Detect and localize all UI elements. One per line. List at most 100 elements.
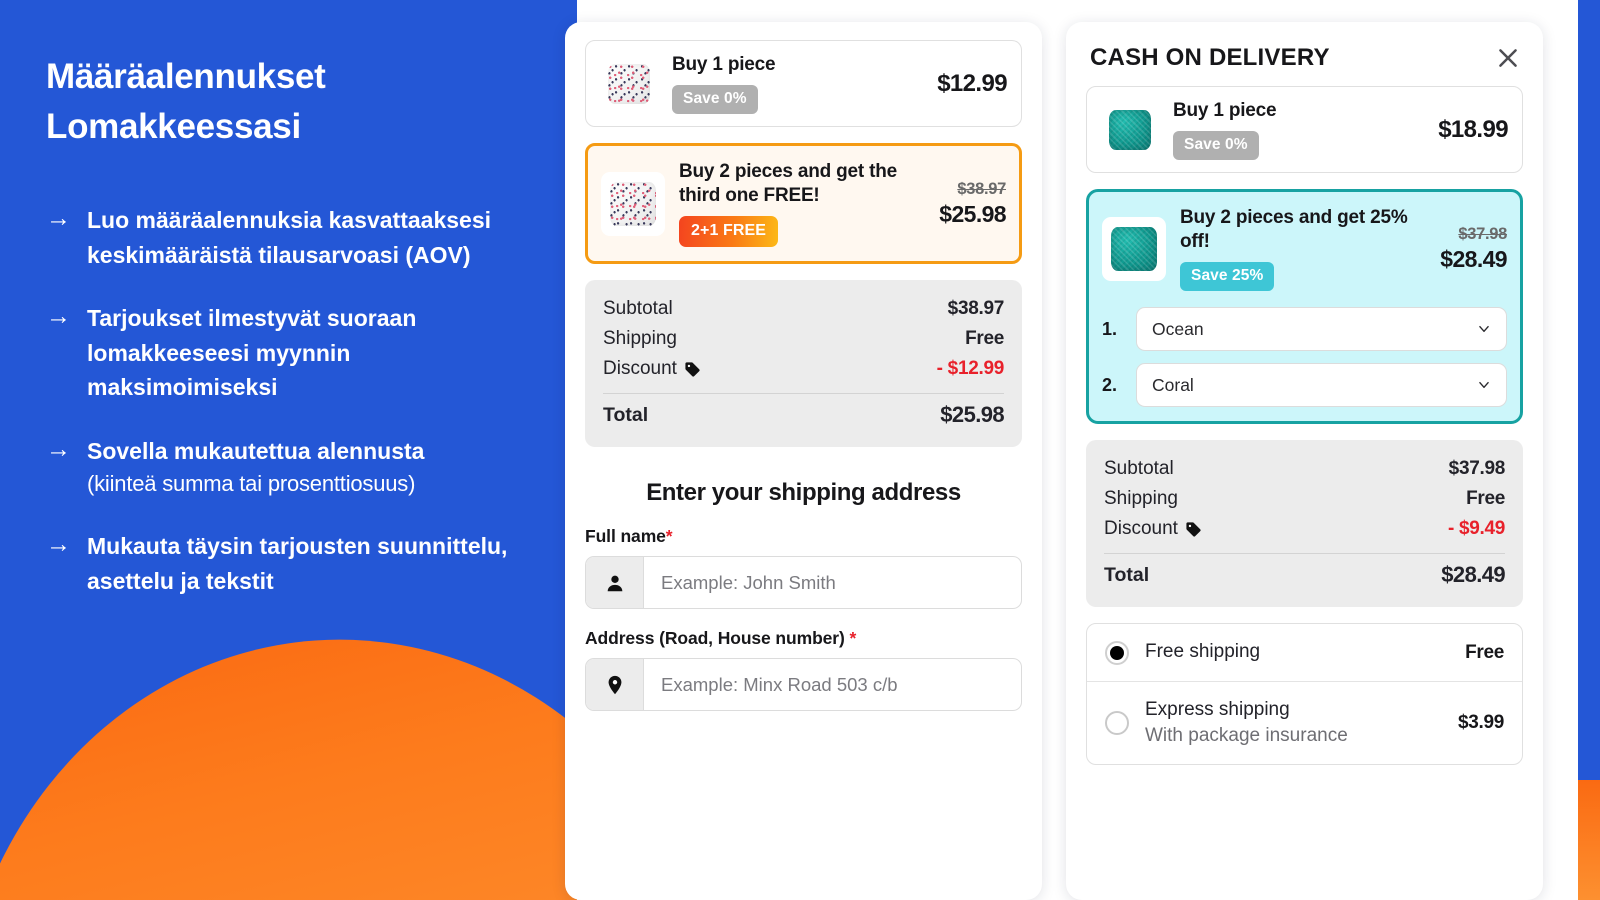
status-badge: 2+1 FREE — [679, 216, 779, 248]
chevron-down-icon — [1477, 322, 1491, 336]
field-address: Address (Road, House number) * Example: … — [585, 628, 1022, 712]
shipping-option-price: $3.99 — [1457, 712, 1504, 734]
radio-free-shipping[interactable] — [1105, 640, 1129, 665]
summary-row-subtotal: Subtotal $38.97 — [603, 294, 1004, 324]
summary-row-discount: Discount - $12.99 — [603, 354, 1004, 384]
variant-index: 1. — [1102, 318, 1118, 339]
radio-express-shipping[interactable] — [1105, 711, 1129, 736]
variant-select-2[interactable]: Coral — [1136, 363, 1507, 408]
status-badge: Save 0% — [672, 85, 758, 115]
cod-title: CASH ON DELIVERY — [1090, 44, 1330, 71]
summary-row-subtotal: Subtotal $37.98 — [1104, 454, 1505, 484]
shipping-form-heading: Enter your shipping address — [646, 479, 961, 507]
summary-value: - $12.99 — [936, 358, 1005, 380]
summary-value: $25.98 — [940, 402, 1004, 428]
offer-title: Buy 1 piece — [672, 54, 776, 75]
divider — [1104, 553, 1505, 555]
variant-row: 2. Coral — [1102, 363, 1507, 408]
offer-price-value: $25.98 — [939, 200, 1006, 227]
pillow-teal-thumbnail — [1102, 216, 1166, 281]
summary-label: Subtotal — [603, 298, 673, 320]
offer-price-original: $38.97 — [957, 179, 1006, 198]
list-item-label: Sovella mukautettua alennusta (kiinteä s… — [87, 434, 424, 500]
offer-price-value: $18.99 — [1438, 115, 1508, 143]
cod-order-summary: Subtotal $37.98 Shipping Free Discount -… — [1086, 440, 1523, 608]
summary-label: Discount — [603, 358, 677, 380]
close-icon[interactable] — [1495, 45, 1521, 71]
offer-text: Buy 2 pieces and get 25% off! Save 25% — [1180, 206, 1420, 292]
shipping-option-express[interactable]: Express shipping With package insurance … — [1087, 681, 1522, 764]
order-summary: Subtotal $38.97 Shipping Free Discount -… — [585, 280, 1022, 448]
summary-label-wrap: Discount — [603, 358, 701, 380]
shipping-option-subtitle: With package insurance — [1145, 724, 1348, 746]
chevron-down-icon — [1477, 378, 1491, 392]
divider — [603, 393, 1004, 395]
offer-title: Buy 2 pieces and get 25% off! — [1180, 207, 1408, 253]
offer-price: $12.99 — [931, 70, 1007, 98]
map-pin-icon — [586, 659, 644, 711]
list-item-label-main: Sovella mukautettua alennusta — [87, 437, 425, 464]
pillow-dotted-thumbnail — [600, 54, 658, 113]
summary-row-total: Total $25.98 — [603, 398, 1005, 432]
offer-price-value: $12.99 — [937, 69, 1007, 97]
address-input[interactable]: Example: Minx Road 503 c/b — [644, 659, 1021, 710]
arrow-right-icon: → — [46, 530, 71, 559]
offer-main-row: Buy 2 pieces and get 25% off! Save 25% $… — [1102, 206, 1508, 292]
offer-text: Buy 1 piece Save 0% — [672, 53, 917, 115]
full-name-input-wrapper[interactable]: Example: John Smith — [585, 556, 1022, 610]
variant-row: 1. Ocean — [1102, 307, 1507, 352]
summary-row-discount: Discount - $9.49 — [1104, 514, 1505, 544]
order-form-card: Buy 1 piece Save 0% $12.99 Buy 2 pieces … — [565, 22, 1042, 900]
offer-text: Buy 2 pieces and get the third one FREE!… — [679, 160, 919, 248]
list-item: → Sovella mukautettua alennusta (kiinteä… — [46, 434, 531, 500]
summary-label: Total — [1104, 563, 1150, 586]
full-name-input[interactable]: Example: John Smith — [644, 557, 1021, 608]
summary-value: - $9.49 — [1447, 518, 1505, 540]
summary-row-total: Total $28.49 — [1104, 558, 1506, 592]
offer-option-buy-1[interactable]: Buy 1 piece Save 0% $12.99 — [585, 40, 1022, 128]
cash-on-delivery-card: CASH ON DELIVERY Buy 1 piece Save 0% $18… — [1066, 22, 1543, 900]
arrow-right-icon: → — [46, 302, 71, 331]
shipping-option-price: Free — [1465, 641, 1504, 663]
variant-select-1[interactable]: Ocean — [1136, 307, 1507, 352]
cod-header: CASH ON DELIVERY — [1086, 40, 1523, 86]
decorative-wave-shape — [0, 613, 577, 900]
offer-text: Buy 1 piece Save 0% — [1173, 99, 1418, 161]
summary-label: Subtotal — [1104, 458, 1174, 480]
offer-price-original: $37.98 — [1458, 224, 1507, 243]
cod-offer-option-buy-1[interactable]: Buy 1 piece Save 0% $18.99 — [1086, 86, 1523, 174]
arrow-right-icon: → — [46, 434, 71, 463]
summary-value: $38.97 — [947, 298, 1005, 320]
summary-label: Discount — [1104, 518, 1178, 540]
offer-price: $38.97 $25.98 — [933, 180, 1006, 228]
list-item-label: Mukauta täysin tarjousten suunnittelu, a… — [87, 533, 508, 594]
pillow-dotted-thumbnail — [601, 171, 665, 236]
promo-feature-list: → Luo määräalennuksia kasvattaaksesi kes… — [46, 203, 531, 598]
shipping-option-free[interactable]: Free shipping Free — [1087, 624, 1522, 681]
status-badge: Save 0% — [1173, 131, 1259, 161]
list-item-label: Luo määräalennuksia kasvattaaksesi keski… — [87, 207, 492, 268]
cash-on-delivery-card-body: CASH ON DELIVERY Buy 1 piece Save 0% $18… — [1066, 22, 1543, 766]
variant-select-value: Coral — [1152, 374, 1194, 395]
background-blue-strip — [1578, 0, 1600, 781]
offer-price-value: $28.49 — [1440, 245, 1507, 272]
cod-offer-option-buy-2-get-25-off[interactable]: Buy 2 pieces and get 25% off! Save 25% $… — [1086, 189, 1523, 425]
background-orange-strip — [1578, 780, 1600, 900]
variant-picker-list: 1. Ocean 2. Coral — [1102, 307, 1507, 408]
field-label: Address (Road, House number) — [585, 628, 845, 649]
summary-value: Free — [965, 328, 1004, 350]
offer-title: Buy 2 pieces and get the third one FREE! — [679, 161, 897, 207]
promo-panel: Määräalennukset Lomakkeessasi → Luo määr… — [0, 0, 577, 900]
summary-label: Shipping — [1104, 488, 1178, 510]
arrow-right-icon: → — [46, 204, 71, 233]
list-item-label: Tarjoukset ilmestyvät suoraan lomakkeese… — [87, 305, 417, 401]
summary-row-shipping: Shipping Free — [603, 324, 1004, 354]
offer-title: Buy 1 piece — [1173, 100, 1277, 121]
pillow-teal-thumbnail — [1101, 100, 1159, 159]
field-full-name: Full name* Example: John Smith — [585, 526, 1022, 610]
required-marker: * — [849, 628, 857, 649]
address-input-wrapper[interactable]: Example: Minx Road 503 c/b — [585, 658, 1022, 712]
field-label-wrap: Full name* — [585, 526, 1022, 547]
offer-option-buy-2-get-1-free[interactable]: Buy 2 pieces and get the third one FREE!… — [585, 143, 1022, 265]
list-item: → Mukauta täysin tarjousten suunnittelu,… — [46, 529, 531, 598]
